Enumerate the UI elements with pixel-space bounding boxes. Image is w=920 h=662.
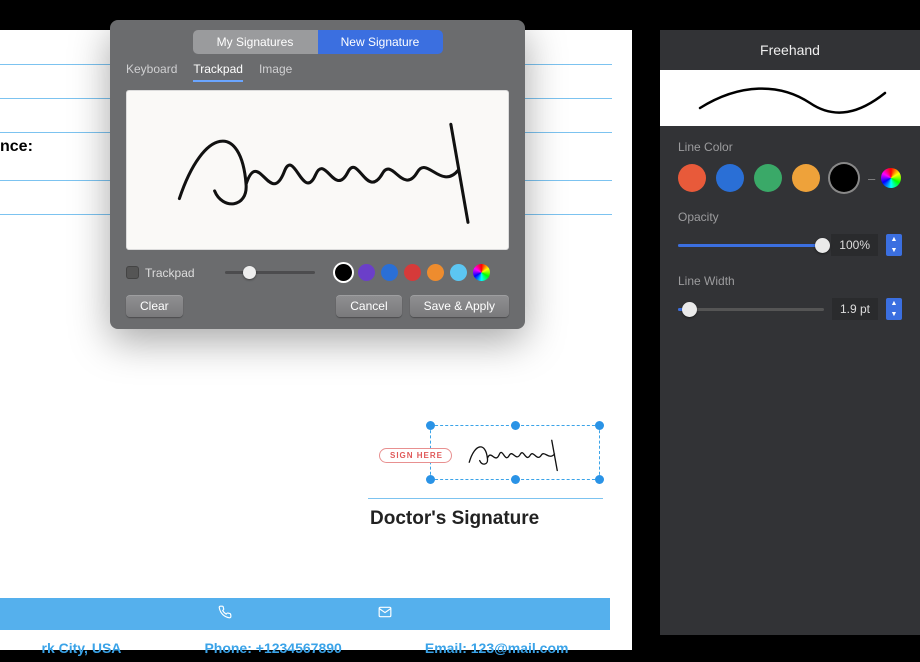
resize-handle-s[interactable]: [511, 475, 520, 484]
email-icon: [377, 605, 393, 624]
cancel-button[interactable]: Cancel: [336, 295, 401, 317]
color-picker-icon[interactable]: [881, 168, 901, 188]
swatch-orange[interactable]: [427, 264, 444, 281]
opacity-value: 100%: [831, 234, 878, 256]
trackpad-label: Trackpad: [145, 266, 195, 280]
field-label: nce:: [0, 138, 33, 156]
signature-underline: [368, 498, 603, 499]
chevron-down-icon: ▼: [886, 309, 902, 320]
swatch-black[interactable]: [335, 264, 352, 281]
signature-selection-box[interactable]: SIGN HERE: [430, 425, 600, 480]
trackpad-checkbox[interactable]: Trackpad: [126, 266, 195, 280]
line-width-stepper[interactable]: ▲▼: [886, 298, 902, 320]
document-footer-text: rk City, USA Phone: +1234567890 Email: 1…: [0, 634, 610, 662]
color-black[interactable]: [830, 164, 858, 192]
color-swatch-row: [335, 264, 490, 281]
color-amber[interactable]: [792, 164, 820, 192]
segment-new-signature[interactable]: New Signature: [318, 30, 443, 54]
segment-my-signatures[interactable]: My Signatures: [193, 30, 318, 54]
panel-title: Freehand: [660, 30, 920, 70]
signature-drawing-canvas[interactable]: [126, 90, 509, 250]
opacity-label: Opacity: [678, 210, 902, 224]
signature-caption: Doctor's Signature: [370, 508, 539, 530]
swatch-lightblue[interactable]: [450, 264, 467, 281]
swatch-red[interactable]: [404, 264, 421, 281]
swatch-blue[interactable]: [381, 264, 398, 281]
color-orange-red[interactable]: [678, 164, 706, 192]
placed-signature: [437, 432, 595, 476]
resize-handle-sw[interactable]: [426, 475, 435, 484]
opacity-slider[interactable]: [678, 244, 823, 247]
phone-icon: [218, 605, 232, 624]
footer-phone: Phone: +1234567890: [204, 634, 341, 662]
line-width-label: Line Width: [678, 274, 902, 288]
resize-handle-ne[interactable]: [595, 421, 604, 430]
footer-location: rk City, USA: [42, 634, 122, 662]
tab-image[interactable]: Image: [259, 62, 292, 82]
modal-segment-control: My Signatures New Signature: [193, 30, 443, 54]
resize-handle-n[interactable]: [511, 421, 520, 430]
swatch-purple[interactable]: [358, 264, 375, 281]
save-apply-button[interactable]: Save & Apply: [410, 295, 509, 317]
line-width-slider[interactable]: [678, 308, 824, 311]
document-footer-bar: [0, 598, 610, 630]
line-color-swatches: –: [678, 164, 902, 192]
clear-button[interactable]: Clear: [126, 295, 183, 317]
line-width-value: 1.9 pt: [832, 298, 878, 320]
resize-handle-se[interactable]: [595, 475, 604, 484]
line-color-label: Line Color: [678, 140, 902, 154]
tab-trackpad[interactable]: Trackpad: [193, 62, 243, 82]
opacity-thumb[interactable]: [815, 238, 830, 253]
color-blue[interactable]: [716, 164, 744, 192]
stroke-width-slider[interactable]: [225, 271, 315, 274]
freehand-side-panel: Freehand Line Color – Opacity 100% ▲▼ Li…: [660, 30, 920, 635]
slider-thumb[interactable]: [243, 266, 256, 279]
drawn-signature: [127, 91, 508, 249]
stroke-preview: [660, 70, 920, 126]
signature-modal: My Signatures New Signature Keyboard Tra…: [110, 20, 525, 329]
chevron-down-icon: ▼: [886, 245, 902, 256]
tab-keyboard[interactable]: Keyboard: [126, 62, 177, 82]
footer-email: Email: 123@mail.com: [425, 634, 569, 662]
chevron-up-icon: ▲: [886, 234, 902, 245]
swatch-custom-color[interactable]: [473, 264, 490, 281]
opacity-stepper[interactable]: ▲▼: [886, 234, 902, 256]
resize-handle-nw[interactable]: [426, 421, 435, 430]
line-width-thumb[interactable]: [682, 302, 697, 317]
chevron-up-icon: ▲: [886, 298, 902, 309]
color-green[interactable]: [754, 164, 782, 192]
checkbox-icon: [126, 266, 139, 279]
modal-tabs: Keyboard Trackpad Image: [110, 54, 525, 86]
